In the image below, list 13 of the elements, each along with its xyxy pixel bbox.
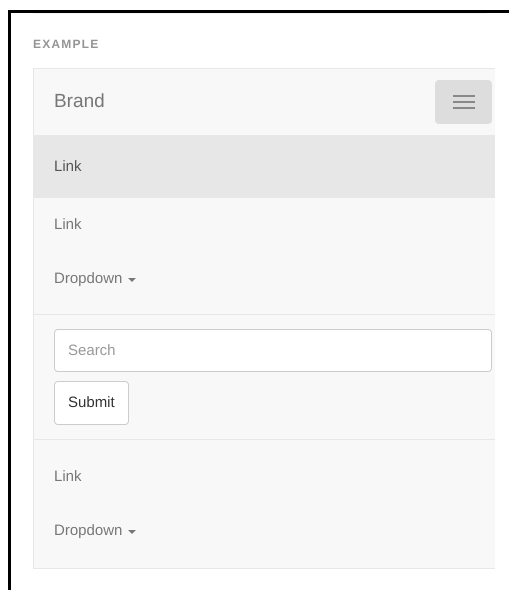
- search-field[interactable]: Search: [54, 329, 492, 372]
- nav-link[interactable]: Link: [34, 136, 495, 198]
- caret-icon: [128, 278, 136, 282]
- dropdown-toggle[interactable]: Dropdown: [34, 252, 495, 306]
- caret-icon: [128, 530, 136, 534]
- menu-button[interactable]: [435, 80, 492, 124]
- nav-link[interactable]: Link: [34, 198, 495, 252]
- section-label: EXAMPLE: [33, 36, 100, 53]
- dropdown-toggle[interactable]: Dropdown: [34, 504, 495, 558]
- submit-button[interactable]: Submit: [54, 381, 129, 425]
- nav-link[interactable]: Link: [34, 450, 495, 504]
- menu-icon: [452, 95, 474, 109]
- brand-link[interactable]: Brand: [54, 88, 105, 116]
